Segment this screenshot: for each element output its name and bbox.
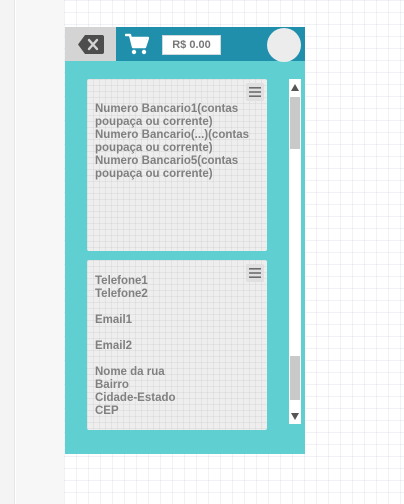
- bank-accounts-panel: Numero Bancario1(contas poupaça ou corre…: [87, 79, 267, 251]
- menu-icon[interactable]: [246, 83, 264, 101]
- scroll-up-arrow-icon[interactable]: [289, 81, 301, 93]
- scroll-down-arrow-icon[interactable]: [289, 410, 301, 422]
- zip-code: CEP: [95, 405, 119, 417]
- vertical-scrollbar[interactable]: [289, 79, 301, 424]
- contact-info-panel: Telefone1 Telefone2 Email1 Email2 Nome d…: [87, 260, 267, 430]
- street-name: Nome da rua: [95, 366, 165, 378]
- back-button[interactable]: [65, 27, 116, 61]
- scroll-track-block: [290, 356, 300, 400]
- shopping-cart-icon[interactable]: [124, 33, 150, 55]
- canvas-side-band: [16, 0, 64, 504]
- contact-info-list: Telefone1 Telefone2 Email1 Email2 Nome d…: [95, 275, 255, 418]
- bank-account-line: Numero Bancario(...)(contas poupaça ou c…: [95, 129, 249, 154]
- email-1: Email1: [95, 314, 133, 326]
- scroll-thumb[interactable]: [290, 97, 300, 149]
- city-state: Cidade-Estado: [95, 392, 176, 404]
- bank-accounts-list: Numero Bancario1(contas poupaça ou corre…: [95, 103, 255, 181]
- left-gutter: [0, 0, 15, 504]
- cart-total: R$ 0.00: [162, 35, 221, 55]
- phone-1: Telefone1: [95, 275, 148, 287]
- bank-account-line: Numero Bancario5(contas poupaça ou corre…: [95, 155, 239, 180]
- app-frame: R$ 0.00 Numero Bancario1(contas poupaça …: [65, 27, 305, 454]
- top-bar: R$ 0.00: [65, 27, 305, 62]
- backspace-icon: [77, 34, 104, 54]
- phone-2: Telefone2: [95, 288, 148, 300]
- email-2: Email2: [95, 340, 133, 352]
- district: Bairro: [95, 379, 129, 391]
- user-avatar[interactable]: [267, 28, 301, 62]
- bank-account-line: Numero Bancario1(contas poupaça ou corre…: [95, 103, 239, 128]
